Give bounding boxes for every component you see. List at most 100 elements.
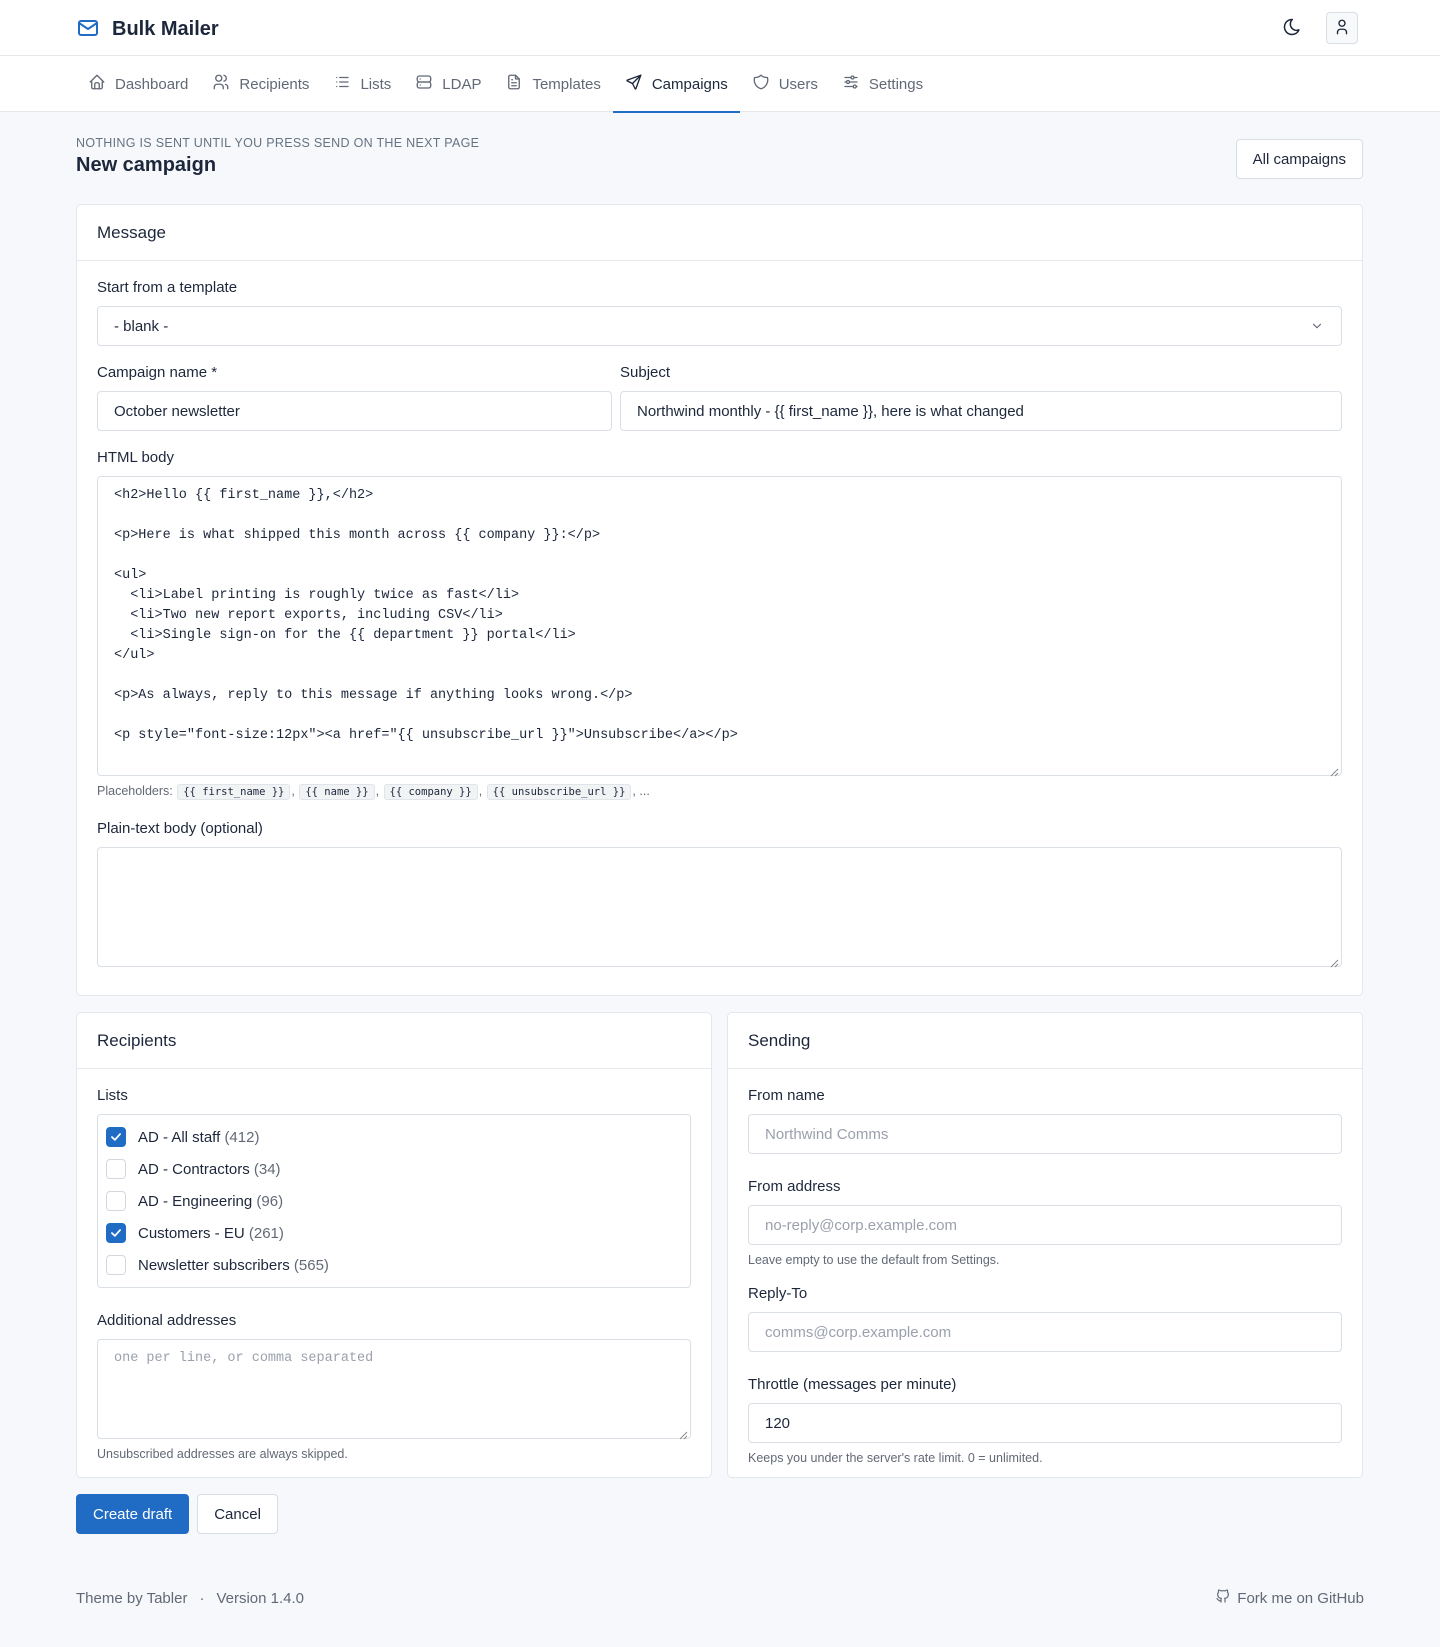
chevron-down-icon: [1310, 319, 1324, 336]
check-icon: [111, 1133, 121, 1141]
nav-item-campaigns[interactable]: Campaigns: [612, 56, 740, 113]
list-name: AD - All staff: [138, 1128, 221, 1146]
list-checkbox[interactable]: [106, 1159, 126, 1179]
user-menu-button[interactable]: [1326, 12, 1358, 44]
nav-item-dashboard[interactable]: Dashboard: [76, 56, 200, 112]
recipients-card: Recipients Lists AD - All staff (412) AD…: [76, 1012, 712, 1478]
from-name-input[interactable]: Northwind Comms: [748, 1114, 1342, 1154]
lists-checkbox-group: AD - All staff (412) AD - Contractors (3…: [97, 1114, 691, 1288]
main-navigation: Dashboard Recipients Lists LDAP Template…: [0, 56, 1440, 113]
additional-addresses-textarea[interactable]: one per line, or comma separated: [97, 1339, 691, 1440]
html-body-value: <h2>Hello {{ first_name }},</h2> <p>Here…: [114, 488, 738, 743]
nav-item-ldap[interactable]: LDAP: [403, 56, 493, 112]
placeholder-chip: {{ company }}: [383, 784, 478, 800]
campaign-name-label: Campaign name *: [97, 364, 218, 381]
list-count: (34): [253, 1160, 281, 1178]
throttle-input[interactable]: 120: [748, 1403, 1342, 1443]
resize-handle-icon[interactable]: [1330, 764, 1339, 777]
list-count: (96): [256, 1192, 284, 1210]
list-item-ad-all-staff[interactable]: AD - All staff (412): [106, 1121, 682, 1153]
lists-label: Lists: [97, 1087, 128, 1104]
nav-label: Users: [778, 75, 818, 93]
throttle-value: 120: [765, 1414, 791, 1432]
campaign-name-input[interactable]: October newsletter: [97, 391, 612, 431]
throttle-hint: Keeps you under the server's rate limit.…: [748, 1451, 1043, 1465]
sending-card-title: Sending: [728, 1013, 1362, 1069]
html-body-textarea[interactable]: <h2>Hello {{ first_name }},</h2> <p>Here…: [97, 476, 1342, 777]
list-item-customers-eu[interactable]: Customers - EU (261): [106, 1217, 682, 1249]
nav-item-lists[interactable]: Lists: [321, 56, 403, 112]
nav-label: LDAP: [442, 75, 482, 93]
subject-input[interactable]: Northwind monthly - {{ first_name }}, he…: [620, 391, 1342, 431]
all-campaigns-button[interactable]: All campaigns: [1235, 139, 1363, 179]
nav-item-templates[interactable]: Templates: [493, 56, 612, 112]
list-count: (565): [293, 1256, 329, 1274]
sending-card: Sending From name Northwind Comms From a…: [727, 1012, 1363, 1478]
cancel-button[interactable]: Cancel: [197, 1494, 278, 1534]
reply-to-label: Reply-To: [748, 1285, 808, 1302]
github-link[interactable]: Fork me on GitHub: [1215, 1588, 1364, 1608]
dark-mode-toggle[interactable]: [1276, 12, 1308, 44]
template-select[interactable]: - blank -: [97, 306, 1342, 346]
file-icon: [505, 73, 523, 95]
message-card: Message Start from a template - blank - …: [76, 204, 1363, 996]
from-name-placeholder: Northwind Comms: [765, 1125, 889, 1143]
theme-credit-link[interactable]: Theme by Tabler: [76, 1590, 187, 1607]
reply-to-placeholder: comms@corp.example.com: [765, 1323, 952, 1341]
page-header: NOTHING IS SENT UNTIL YOU PRESS SEND ON …: [0, 112, 1440, 204]
placeholders-more: ...: [639, 784, 650, 798]
github-label: Fork me on GitHub: [1237, 1589, 1364, 1607]
unsubscribed-hint: Unsubscribed addresses are always skippe…: [97, 1447, 348, 1461]
plain-body-value: [98, 848, 1341, 866]
sliders-icon: [842, 73, 860, 95]
html-body-label: HTML body: [97, 449, 174, 466]
plain-body-textarea[interactable]: [97, 847, 1342, 968]
nav-item-recipients[interactable]: Recipients: [200, 56, 321, 112]
list-name: Customers - EU: [138, 1224, 245, 1242]
placeholders-label: Placeholders:: [97, 784, 173, 798]
list-checkbox[interactable]: [106, 1191, 126, 1211]
from-address-hint: Leave empty to use the default from Sett…: [748, 1253, 1000, 1267]
resize-handle-icon[interactable]: [679, 1427, 688, 1440]
nav-item-users[interactable]: Users: [740, 56, 830, 112]
plain-body-label: Plain-text body (optional): [97, 820, 263, 837]
list-name: Newsletter subscribers: [138, 1256, 290, 1274]
list-item-newsletter-subscribers[interactable]: Newsletter subscribers (565): [106, 1249, 682, 1281]
from-address-input[interactable]: no-reply@corp.example.com: [748, 1205, 1342, 1245]
mail-icon: [76, 16, 100, 43]
additional-addresses-placeholder: one per line, or comma separated: [114, 1351, 374, 1366]
nav-item-settings[interactable]: Settings: [830, 56, 935, 112]
list-item-ad-contractors[interactable]: AD - Contractors (34): [106, 1153, 682, 1185]
from-address-placeholder: no-reply@corp.example.com: [765, 1216, 957, 1234]
reply-to-input[interactable]: comms@corp.example.com: [748, 1312, 1342, 1352]
users-icon: [212, 73, 230, 95]
template-select-value: - blank -: [114, 317, 169, 335]
resize-handle-icon[interactable]: [1330, 955, 1339, 968]
placeholder-chip: {{ unsubscribe_url }}: [486, 784, 632, 800]
create-draft-button[interactable]: Create draft: [76, 1494, 190, 1534]
list-checkbox[interactable]: [106, 1255, 126, 1275]
campaign-name-value: October newsletter: [114, 402, 240, 420]
placeholder-chip: {{ first_name }}: [177, 784, 291, 800]
nav-label: Campaigns: [651, 75, 728, 93]
nav-label: Templates: [532, 75, 601, 93]
nav-label: Settings: [868, 75, 924, 93]
message-card-title: Message: [77, 205, 1362, 261]
list-checkbox[interactable]: [106, 1223, 126, 1243]
additional-addresses-label: Additional addresses: [97, 1312, 237, 1329]
list-icon: [333, 73, 351, 95]
from-address-label: From address: [748, 1178, 841, 1195]
form-actions: Create draft Cancel: [76, 1494, 278, 1534]
user-icon: [1333, 18, 1351, 39]
brand[interactable]: Bulk Mailer: [76, 16, 219, 43]
list-checkbox[interactable]: [106, 1127, 126, 1147]
list-item-ad-engineering[interactable]: AD - Engineering (96): [106, 1185, 682, 1217]
list-count: (261): [248, 1224, 284, 1242]
template-label: Start from a template: [97, 279, 238, 296]
send-icon: [625, 73, 643, 95]
top-bar: Bulk Mailer: [0, 0, 1440, 56]
subject-label: Subject: [620, 364, 671, 381]
nav-label: Dashboard: [115, 75, 189, 93]
list-count: (412): [224, 1128, 260, 1146]
version-text: Version 1.4.0: [216, 1590, 305, 1607]
